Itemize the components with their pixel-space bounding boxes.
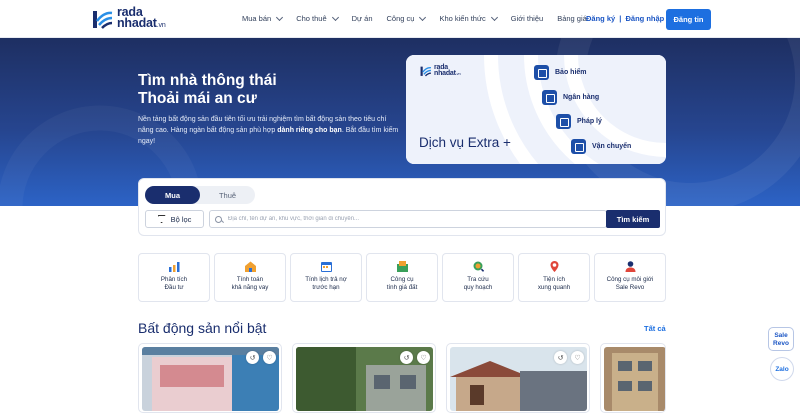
- site-header: rada nhadat.vn Mua bán Cho thuê Dự án Cô…: [0, 0, 800, 38]
- chevron-down-icon: [276, 13, 284, 21]
- nav-kho-kien-thuc[interactable]: Kho kiến thức: [439, 13, 498, 23]
- nav-mua-ban[interactable]: Mua bán: [242, 13, 284, 23]
- filter-button[interactable]: Bộ lọc: [145, 210, 204, 228]
- share-icon[interactable]: ↺: [554, 351, 567, 364]
- chart-up-icon: [168, 262, 179, 272]
- land-price-icon: [396, 261, 408, 272]
- search-panel: Mua Thuê Bộ lọc Tìm kiếm: [138, 178, 666, 236]
- service-insurance[interactable]: Bảo hiểm: [534, 65, 587, 80]
- hero-description: Nền tảng bất động sản đầu tiên tối ưu tr…: [138, 116, 399, 145]
- nav-du-an[interactable]: Dự án: [352, 14, 373, 23]
- tab-buy[interactable]: Mua: [145, 186, 200, 204]
- logo-mark-icon: [420, 66, 431, 77]
- register-link[interactable]: Đăng ký: [586, 14, 615, 23]
- tools-row: Phân tích Đầu tư Tính toán khả năng vay Tí…: [138, 253, 670, 302]
- site-logo[interactable]: rada nhadat.vn: [92, 5, 166, 31]
- service-bank[interactable]: Ngân hàng: [542, 90, 599, 105]
- broker-icon: [625, 261, 635, 272]
- search-button[interactable]: Tìm kiếm: [606, 210, 660, 228]
- tool-sale-revo[interactable]: Công cụ môi giới Sale Revo: [594, 253, 666, 302]
- promo-title: Dịch vụ Extra +: [419, 135, 511, 150]
- truck-icon: [571, 139, 586, 154]
- nav-bang-gia[interactable]: Bảng giá: [557, 14, 587, 23]
- tab-rent[interactable]: Thuê: [200, 186, 255, 204]
- service-legal[interactable]: Pháp lý: [556, 114, 602, 129]
- search-icon: [215, 215, 222, 223]
- listing-photo: [604, 347, 665, 411]
- bank-icon: [542, 90, 557, 105]
- heart-icon[interactable]: ♡: [263, 351, 276, 364]
- hero-title: Tìm nhà thông thái Thoải mái an cư: [138, 72, 277, 107]
- logo-mark-icon: [93, 11, 113, 29]
- nav-cong-cu[interactable]: Công cụ: [387, 13, 427, 23]
- nav-cho-thue[interactable]: Cho thuê: [296, 13, 339, 23]
- filter-icon: [157, 215, 166, 223]
- legal-icon: [556, 114, 571, 129]
- insurance-icon: [534, 65, 549, 80]
- heart-icon[interactable]: ♡: [571, 351, 584, 364]
- tool-investment-analysis[interactable]: Phân tích Đầu tư: [138, 253, 210, 302]
- search-input[interactable]: [228, 216, 598, 222]
- chevron-down-icon: [490, 13, 498, 21]
- featured-section-title: Bất động sản nổi bật: [138, 320, 267, 336]
- post-listing-button[interactable]: Đăng tin: [666, 9, 711, 30]
- tool-zoning-lookup[interactable]: Tra cứu quy hoạch: [442, 253, 514, 302]
- house-money-icon: [244, 261, 256, 272]
- listing-card[interactable]: ↺ ♡: [292, 343, 436, 413]
- search-field: [209, 210, 607, 228]
- tool-repayment-schedule[interactable]: Tính lịch trả nợ trước hạn: [290, 253, 362, 302]
- tool-land-price[interactable]: Công cụ tính giá đất: [366, 253, 438, 302]
- listing-card[interactable]: [600, 343, 666, 413]
- login-link[interactable]: Đăng nhập: [625, 14, 664, 23]
- auth-separator: |: [619, 14, 622, 23]
- calendar-icon: [320, 262, 332, 272]
- see-all-link[interactable]: Tất cả: [644, 324, 666, 333]
- heart-icon[interactable]: ♡: [417, 351, 430, 364]
- listing-card[interactable]: ↺ ♡: [446, 343, 590, 413]
- promo-logo: rada nhadat.vn: [420, 64, 461, 77]
- zalo-chat-button[interactable]: Zalo: [770, 357, 794, 381]
- share-icon[interactable]: ↺: [400, 351, 413, 364]
- zoning-search-icon: [473, 261, 484, 272]
- nav-gioi-thieu[interactable]: Giới thiệu: [511, 14, 543, 23]
- main-nav: Mua bán Cho thuê Dự án Công cụ Kho kiến …: [242, 13, 601, 23]
- service-moving[interactable]: Vận chuyển: [571, 139, 631, 154]
- share-icon[interactable]: ↺: [246, 351, 259, 364]
- auth-links: Đăng ký | Đăng nhập: [586, 14, 664, 23]
- chevron-down-icon: [419, 13, 427, 21]
- tool-nearby-amenities[interactable]: Tiện ích xung quanh: [518, 253, 590, 302]
- sale-revo-float-button[interactable]: Sale Revo: [768, 327, 794, 351]
- map-pin-icon: [550, 261, 558, 272]
- listing-card[interactable]: ↺ ♡: [138, 343, 282, 413]
- chevron-down-icon: [331, 13, 339, 21]
- logo-text: rada nhadat.vn: [117, 5, 166, 30]
- tool-loan-capacity[interactable]: Tính toán khả năng vay: [214, 253, 286, 302]
- extra-services-banner[interactable]: rada nhadat.vn Bảo hiểm Ngân hàng Pháp l…: [406, 55, 666, 164]
